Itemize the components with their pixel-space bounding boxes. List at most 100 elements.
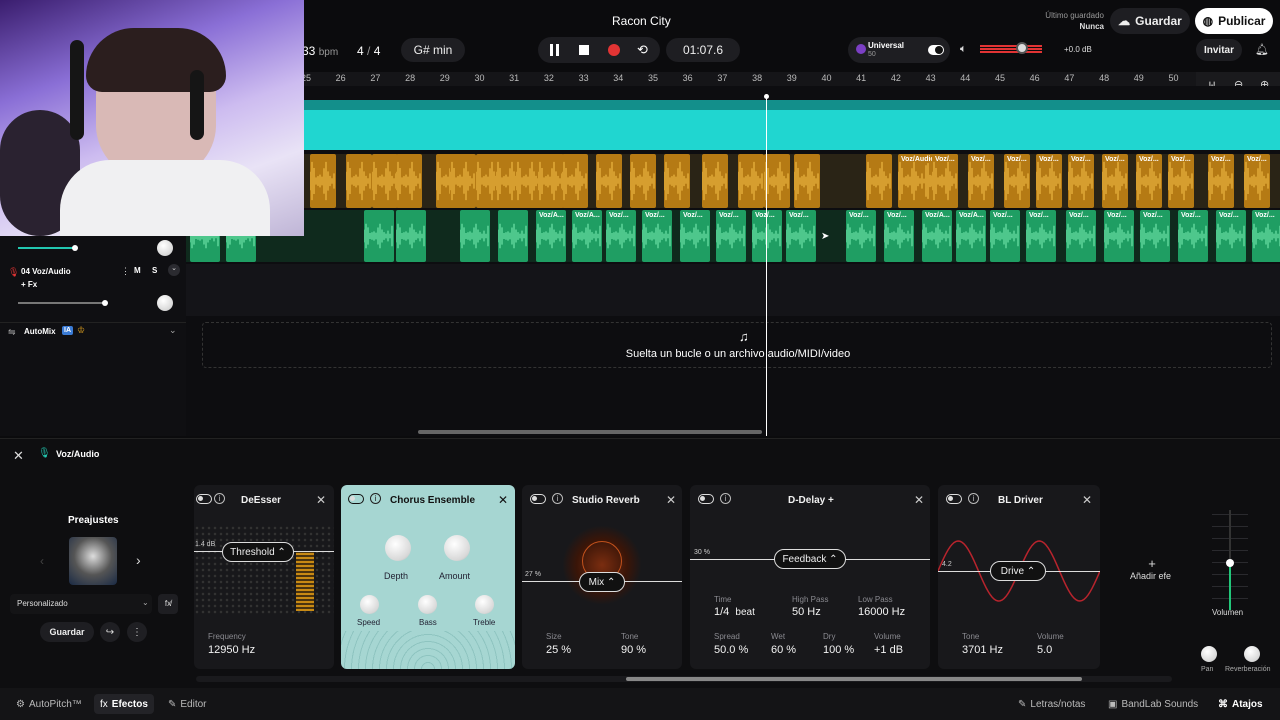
drop-zone[interactable]: ♫ Suelta un bucle o un archivo audio/MID…	[202, 322, 1272, 368]
project-title[interactable]: Racon City	[612, 14, 671, 28]
frequency-value[interactable]: 12950 Hz	[208, 644, 255, 656]
audio-clip[interactable]	[794, 154, 820, 208]
audio-clip[interactable]: Voz/...	[606, 210, 636, 262]
record-button[interactable]	[608, 44, 620, 56]
audio-clip[interactable]	[450, 154, 476, 208]
deesser-toggle[interactable]	[196, 494, 212, 504]
preset-select[interactable]: Personalizado ⌄	[10, 594, 152, 614]
driver-volume-value[interactable]: 5.0	[1037, 644, 1052, 656]
audio-clip[interactable]	[738, 154, 764, 208]
reverb-card[interactable]: i Studio Reverb ✕ 27 % Mix ⌃ Size 25 % T…	[522, 485, 682, 669]
solo-button[interactable]: S	[152, 266, 157, 275]
deesser-card[interactable]: i DeEsser ✕ 1.4 dB Threshold ⌃ Frequency…	[194, 485, 334, 669]
chorus-card[interactable]: i Chorus Ensemble ✕ Depth Amount Speed B…	[341, 485, 515, 669]
audio-clip[interactable]: Voz/...	[990, 210, 1020, 262]
info-icon[interactable]: i	[968, 493, 979, 504]
audio-clip[interactable]: Voz/...	[1104, 210, 1134, 262]
master-volume-meter[interactable]	[980, 42, 1042, 54]
audio-clip[interactable]	[764, 154, 790, 208]
delay-toggle[interactable]	[698, 494, 714, 504]
driver-toggle[interactable]	[946, 494, 962, 504]
autopitch-tab[interactable]: ⚙ AutoPitch™	[10, 694, 88, 714]
audio-clip[interactable]: Voz/...	[1178, 210, 1208, 262]
audio-clip[interactable]: Voz/A...	[572, 210, 602, 262]
chevron-down-icon[interactable]: ⌄	[169, 325, 177, 336]
arrangement-area[interactable]: Voz/Audio Voz/... Voz/... Voz/... Voz/... Voz…	[186, 86, 1280, 436]
chorus-toggle[interactable]	[348, 494, 364, 504]
audio-clip[interactable]: Voz/...	[968, 154, 994, 208]
spread-value[interactable]: 50.0 %	[714, 644, 748, 656]
info-icon[interactable]: i	[720, 493, 731, 504]
bpm-display[interactable]: 33 bpm	[302, 44, 338, 58]
fx-bypass-icon[interactable]: fx̸	[158, 594, 178, 614]
info-icon[interactable]: i	[214, 493, 225, 504]
audio-clip[interactable]: Voz/A...	[922, 210, 952, 262]
info-icon[interactable]: i	[370, 493, 381, 504]
fx-scroll-thumb[interactable]	[626, 677, 1082, 681]
playhead[interactable]	[764, 94, 769, 436]
preset-artwork[interactable]	[69, 537, 117, 585]
audio-clip[interactable]	[538, 154, 564, 208]
preset-save-button[interactable]: Guardar	[40, 622, 94, 642]
cyan-audio-region[interactable]	[304, 100, 1280, 150]
mastering-switch[interactable]	[928, 45, 944, 55]
volume-fader-thumb[interactable]	[1226, 559, 1234, 567]
audio-clip[interactable]	[372, 154, 398, 208]
audio-clip[interactable]	[498, 210, 528, 262]
info-icon[interactable]: i	[552, 493, 563, 504]
automix-label[interactable]: AutoMix	[24, 327, 56, 336]
audio-clip[interactable]: Voz/...	[1252, 210, 1280, 262]
dry-value[interactable]: 100 %	[823, 644, 854, 656]
driver-tone-value[interactable]: 3701 Hz	[962, 644, 1003, 656]
add-fx-button[interactable]: + Fx	[21, 280, 37, 289]
threshold-button[interactable]: Threshold ⌃	[222, 542, 294, 562]
add-effect-button[interactable]: + Añadir efe	[1130, 556, 1174, 581]
close-icon[interactable]: ✕	[13, 448, 24, 464]
audio-clip[interactable]: Voz/...	[884, 210, 914, 262]
loop-icon[interactable]: ⟲	[637, 42, 648, 58]
mix-button[interactable]: Mix ⌃	[579, 572, 625, 592]
audio-clip[interactable]	[866, 154, 892, 208]
lyrics-tab[interactable]: ✎ Letras/notas	[1012, 694, 1091, 714]
volume-fader-track[interactable]	[1226, 510, 1234, 610]
bell-icon[interactable]: 🔔︎	[1255, 43, 1269, 56]
audio-clip[interactable]: Voz/...	[716, 210, 746, 262]
pause-button[interactable]	[549, 44, 561, 56]
audio-clip[interactable]: Voz/...	[1136, 154, 1162, 208]
audio-clip[interactable]: Voz/...	[1066, 210, 1096, 262]
audio-clip[interactable]	[364, 210, 394, 262]
delay-card[interactable]: i D-Delay + ✕ 30 % Feedback ⌃ Time 1/4 b…	[690, 485, 930, 669]
audio-clip[interactable]: Voz/...	[932, 154, 958, 208]
chevron-down-icon[interactable]: ⌄	[168, 264, 180, 276]
speaker-icon[interactable]: 🔈︎	[960, 43, 967, 56]
audio-clip[interactable]: Voz/...	[1036, 154, 1062, 208]
depth-knob[interactable]	[385, 535, 411, 561]
audio-clip[interactable]: Voz/...	[1244, 154, 1270, 208]
invite-button[interactable]: Invitar	[1196, 39, 1242, 61]
close-icon[interactable]: ✕	[914, 493, 924, 507]
horizontal-scrollbar[interactable]	[418, 430, 762, 434]
effects-tab[interactable]: fx Efectos	[94, 694, 154, 714]
track-name[interactable]: 04 Voz/Audio	[21, 267, 71, 276]
wet-value[interactable]: 60 %	[771, 644, 796, 656]
audio-clip[interactable]: Voz/...	[786, 210, 816, 262]
editor-tab[interactable]: ✎ Editor	[162, 694, 213, 714]
audio-clip[interactable]: Voz/...	[680, 210, 710, 262]
audio-clip[interactable]: Voz/A...	[956, 210, 986, 262]
audio-clip[interactable]: Voz/A...	[536, 210, 566, 262]
audio-clip[interactable]: Voz/...	[1140, 210, 1170, 262]
audio-clip[interactable]: Voz/...	[1026, 210, 1056, 262]
fx-scroll-track[interactable]	[196, 676, 1172, 682]
shortcuts-tab[interactable]: ⌘ Atajos	[1212, 694, 1269, 714]
close-icon[interactable]: ✕	[1082, 493, 1092, 507]
reverb-knob[interactable]	[1244, 646, 1260, 662]
track-menu-icon[interactable]: ⋮	[121, 266, 130, 277]
audio-clip[interactable]	[460, 210, 490, 262]
audio-clip[interactable]: Voz/...	[1004, 154, 1030, 208]
audio-clip[interactable]	[664, 154, 690, 208]
bass-knob[interactable]	[418, 595, 437, 614]
audio-clip[interactable]	[562, 154, 588, 208]
key-selector[interactable]: G# min	[401, 38, 465, 62]
chevron-left-icon[interactable]: ‹	[40, 554, 44, 568]
high-pass-value[interactable]: 50 Hz	[792, 606, 821, 618]
